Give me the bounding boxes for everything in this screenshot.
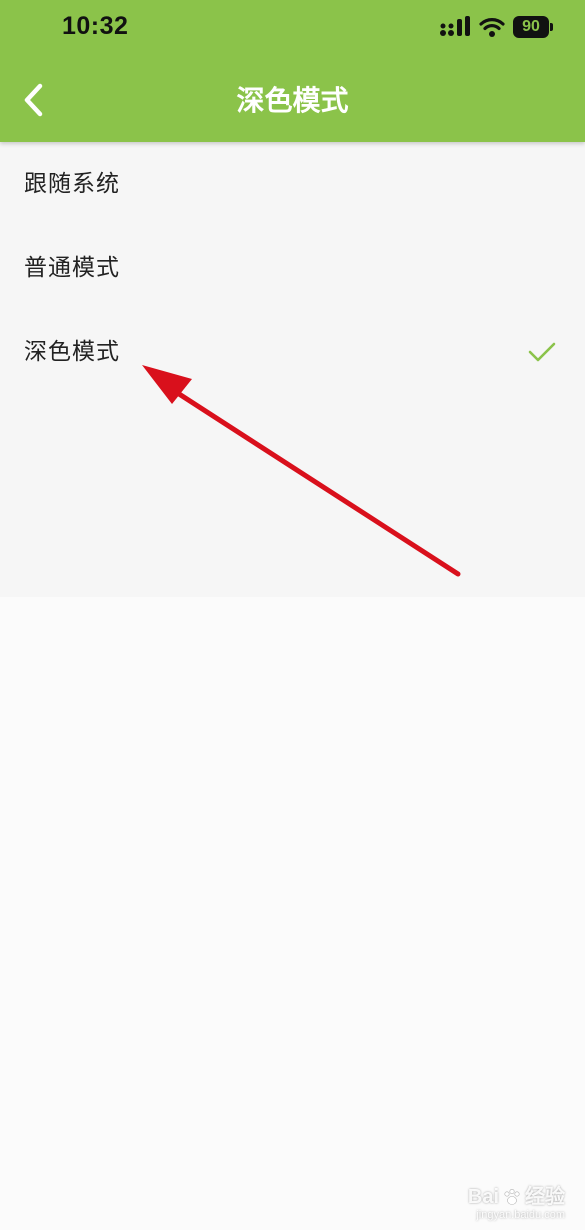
theme-options-list: 跟随系统 普通模式 深色模式 bbox=[0, 142, 585, 597]
battery-icon: 90 bbox=[513, 16, 553, 38]
option-normal-mode[interactable]: 普通模式 bbox=[0, 226, 585, 310]
baidu-jingyan-watermark: Bai 经验 jingyan.baidu.com bbox=[468, 1185, 565, 1222]
checkmark-icon bbox=[528, 342, 556, 362]
watermark-logo-suffix: 经验 bbox=[525, 1186, 565, 1208]
page-title: 深色模式 bbox=[236, 84, 349, 117]
paw-icon bbox=[504, 1188, 520, 1205]
watermark-logo: Bai 经验 bbox=[468, 1185, 565, 1209]
watermark-logo-text: Bai bbox=[467, 1186, 499, 1208]
wifi-icon bbox=[479, 18, 505, 37]
status-time: 10:32 bbox=[62, 12, 129, 40]
option-dark-mode[interactable]: 深色模式 bbox=[0, 310, 585, 394]
option-label: 深色模式 bbox=[24, 339, 120, 365]
status-icons: 90 bbox=[439, 14, 553, 40]
cellular-signal-icon bbox=[440, 16, 470, 36]
option-label: 普通模式 bbox=[24, 255, 120, 281]
watermark-url: jingyan.baidu.com bbox=[476, 1209, 565, 1221]
app-header: 10:32 90 深色模式 bbox=[0, 0, 585, 142]
option-follow-system[interactable]: 跟随系统 bbox=[0, 142, 585, 226]
option-label: 跟随系统 bbox=[24, 171, 120, 197]
battery-level: 90 bbox=[522, 18, 540, 35]
